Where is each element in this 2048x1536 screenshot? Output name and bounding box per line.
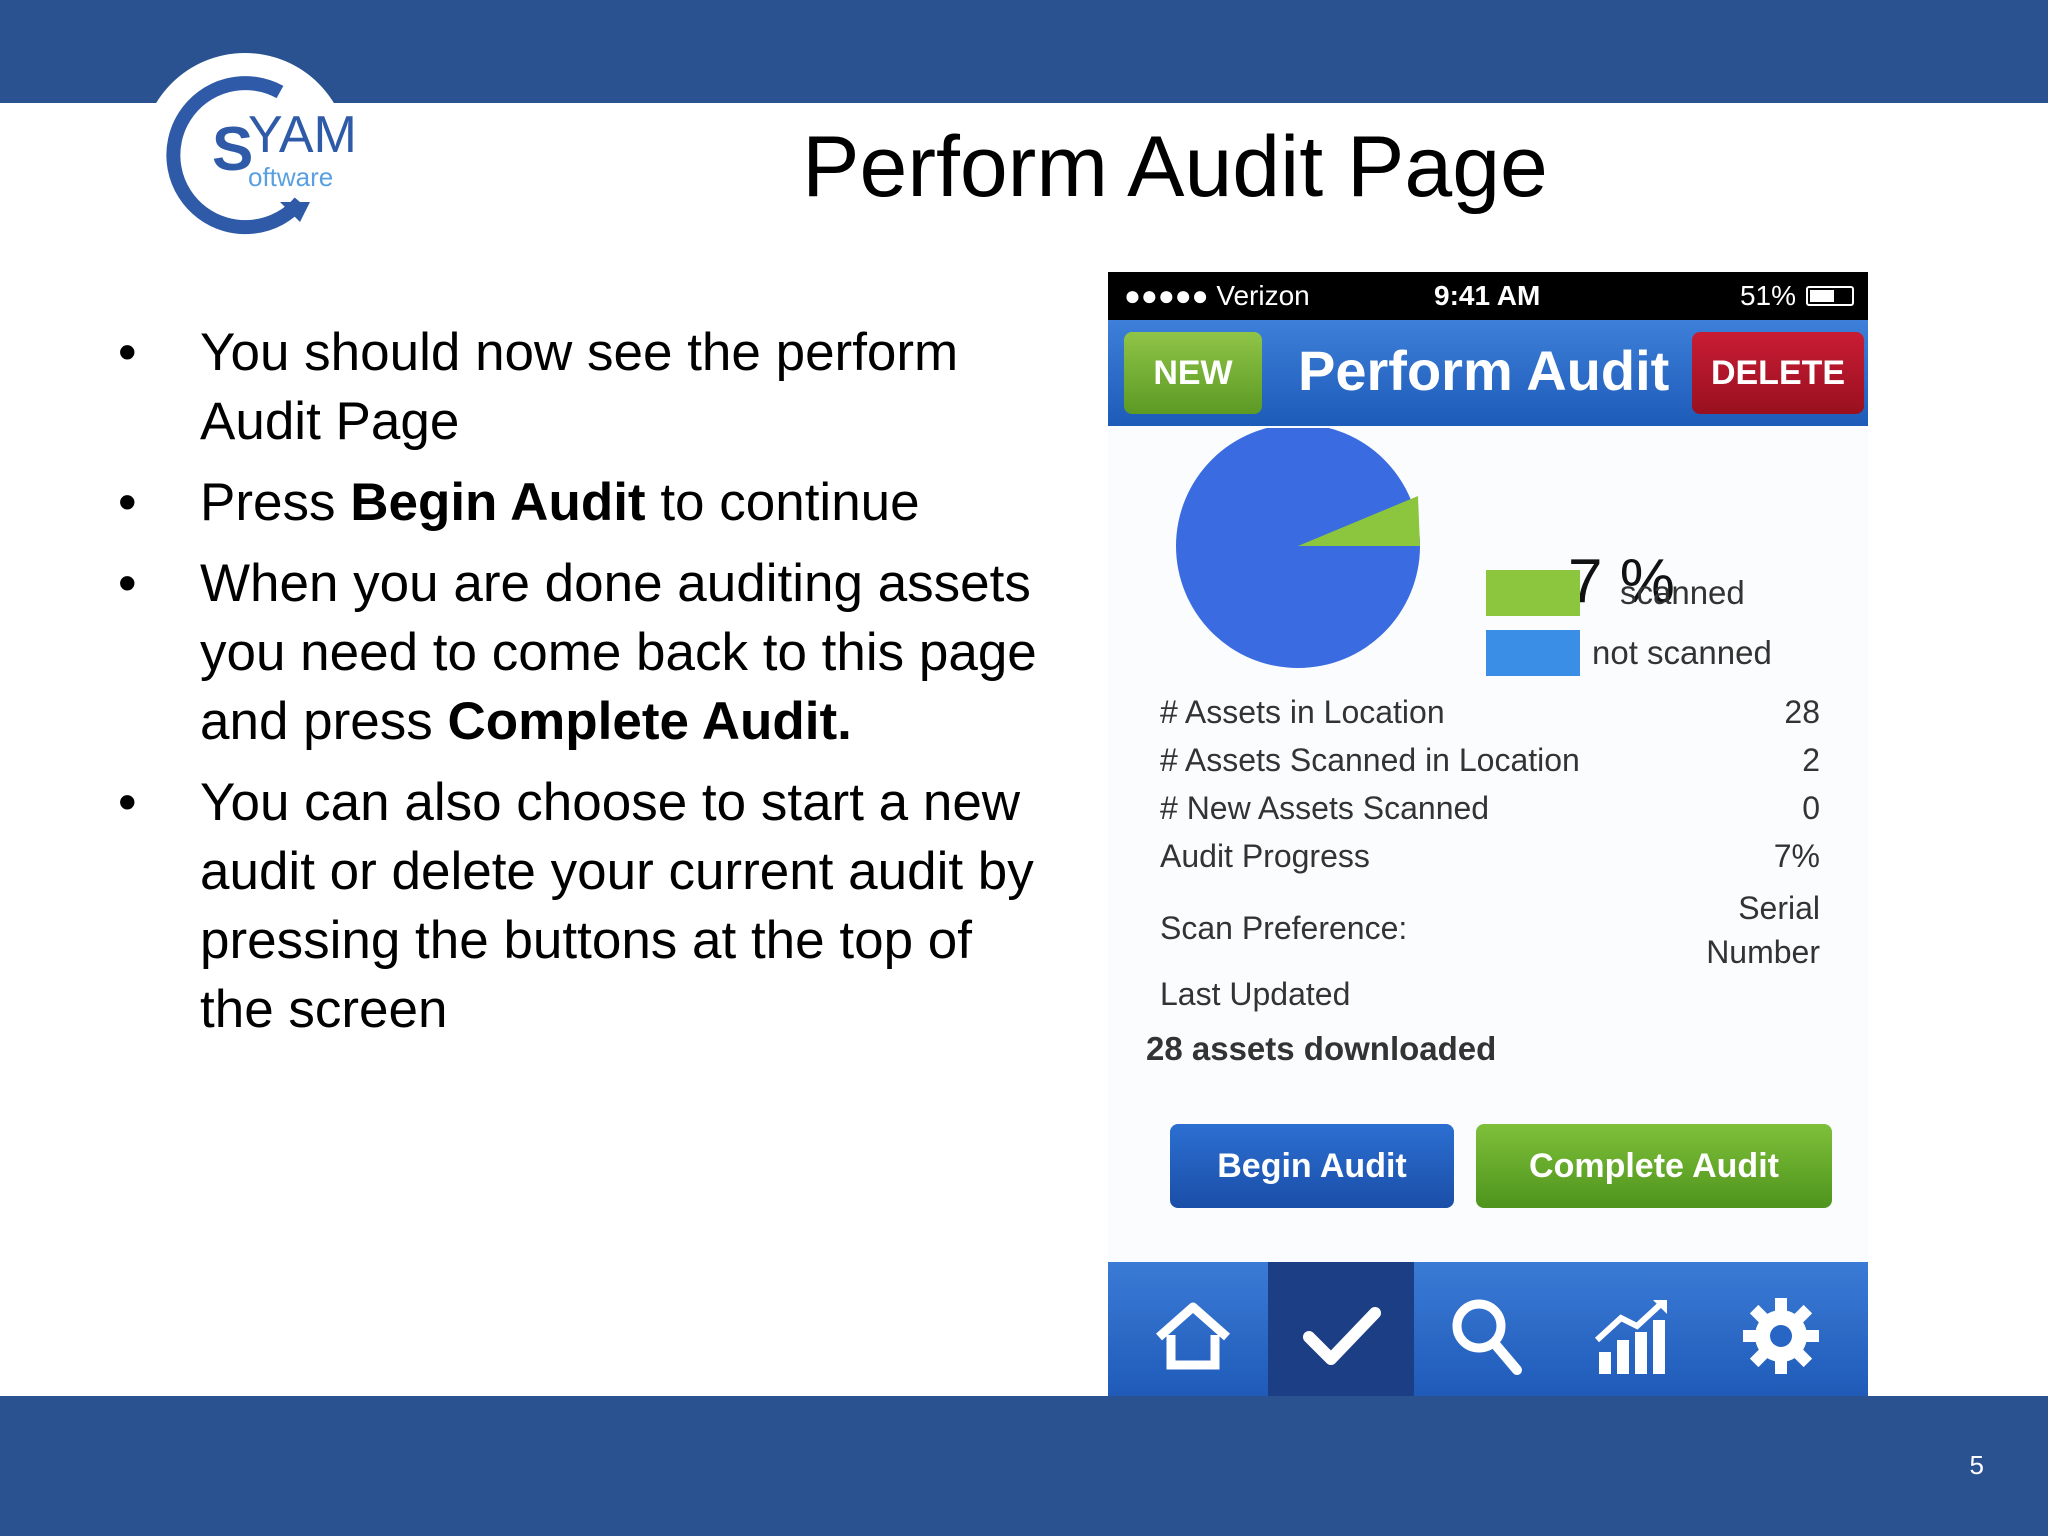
- scan-preference-row: Scan Preference: Serial Number: [1160, 886, 1820, 976]
- checkmark-icon: [1303, 1307, 1381, 1365]
- pie-chart: [1168, 426, 1488, 668]
- scan-preference-value-line1: Serial: [1738, 890, 1820, 926]
- bullet-item: • You can also choose to start a new audi…: [118, 768, 1038, 1044]
- new-button[interactable]: NEW: [1124, 332, 1262, 414]
- delete-button[interactable]: DELETE: [1692, 332, 1864, 414]
- tab-settings[interactable]: [1708, 1262, 1854, 1410]
- last-updated-label: Last Updated: [1160, 976, 1351, 1012]
- stat-row: # Assets in Location 28: [1160, 694, 1820, 742]
- legend-label-not-scanned: not scanned: [1592, 634, 1772, 671]
- syam-logo: S YAM oftware: [141, 53, 357, 261]
- home-icon: [1156, 1302, 1230, 1370]
- chart-icon: [1594, 1299, 1667, 1374]
- scan-preference-value: Serial Number: [1706, 886, 1820, 974]
- svg-text:YAM: YAM: [248, 106, 357, 164]
- audit-stats: # Assets in Location 28 # Assets Scanned…: [1160, 694, 1820, 1024]
- phone-screenshot: ●●●●● Verizon 9:41 AM 51% NEW Perform Au…: [1108, 272, 1868, 1410]
- tab-audit[interactable]: [1268, 1262, 1414, 1410]
- tab-bar: [1108, 1262, 1868, 1410]
- bullet-marker: •: [118, 323, 137, 382]
- bullet-item: • Press Begin Audit to continue: [118, 468, 1038, 537]
- legend-swatch-not-scanned: [1486, 630, 1580, 676]
- bullet-text: to continue: [645, 473, 920, 532]
- bullet-bold-text: Begin Audit: [350, 473, 646, 532]
- last-updated-row: Last Updated: [1160, 976, 1820, 1024]
- app-header: NEW Perform Audit DELETE: [1108, 320, 1868, 426]
- stat-label: # Assets in Location: [1160, 694, 1445, 730]
- search-icon: [1452, 1299, 1522, 1375]
- gear-icon: [1743, 1298, 1819, 1374]
- tab-home[interactable]: [1120, 1262, 1266, 1410]
- tab-search[interactable]: [1414, 1262, 1560, 1410]
- complete-audit-button[interactable]: Complete Audit: [1476, 1124, 1832, 1208]
- stat-row: # New Assets Scanned 0: [1160, 790, 1820, 838]
- stat-label: Audit Progress: [1160, 838, 1370, 874]
- tab-reports[interactable]: [1562, 1262, 1708, 1410]
- legend-swatch-scanned: [1486, 570, 1580, 616]
- begin-audit-button[interactable]: Begin Audit: [1170, 1124, 1454, 1208]
- bullet-text: You should now see the perform Audit Pag…: [200, 323, 959, 451]
- bullet-marker: •: [118, 773, 137, 832]
- battery-percent: 51%: [1739, 280, 1796, 311]
- bullet-text: Press: [200, 473, 351, 532]
- svg-text:oftware: oftware: [248, 162, 333, 192]
- status-bar: ●●●●● Verizon 9:41 AM 51%: [1108, 272, 1868, 320]
- stat-value: 7%: [1773, 838, 1820, 874]
- bullet-marker: •: [118, 554, 137, 613]
- clock: 9:41 AM: [1434, 280, 1541, 311]
- scan-preference-value-line2: Number: [1706, 934, 1820, 970]
- stat-value: 0: [1802, 790, 1820, 826]
- carrier-label: ●●●●● Verizon: [1124, 280, 1310, 311]
- battery-icon: [1806, 286, 1854, 306]
- bullet-item: • You should now see the perform Audit Pa…: [118, 318, 1038, 456]
- header-title: Perform Audit: [1298, 339, 1670, 402]
- stat-label: # Assets Scanned in Location: [1160, 742, 1580, 778]
- page-number: 5: [1969, 1450, 1984, 1480]
- scan-preference-label: Scan Preference:: [1160, 910, 1408, 946]
- legend-label-scanned: scanned: [1620, 574, 1745, 611]
- slide-title: Perform Audit Page: [802, 119, 1548, 215]
- bottom-banner: [0, 1396, 2048, 1536]
- stat-value: 2: [1802, 742, 1820, 778]
- stat-value: 28: [1784, 694, 1820, 730]
- stat-label: # New Assets Scanned: [1160, 790, 1490, 826]
- bullet-item: • When you are done auditing assets you n…: [118, 549, 1038, 756]
- bullet-bold-text: Complete Audit.: [447, 692, 852, 751]
- stat-row: Audit Progress 7%: [1160, 838, 1820, 886]
- stat-row: # Assets Scanned in Location 2: [1160, 742, 1820, 790]
- bullet-list: • You should now see the perform Audit Pa…: [118, 318, 1038, 1056]
- download-status: 28 assets downloaded: [1146, 1030, 1497, 1067]
- bullet-marker: •: [118, 473, 137, 532]
- pie-slice-not-scanned: [1176, 426, 1420, 668]
- bullet-text: You can also choose to start a new audit…: [200, 773, 1034, 1039]
